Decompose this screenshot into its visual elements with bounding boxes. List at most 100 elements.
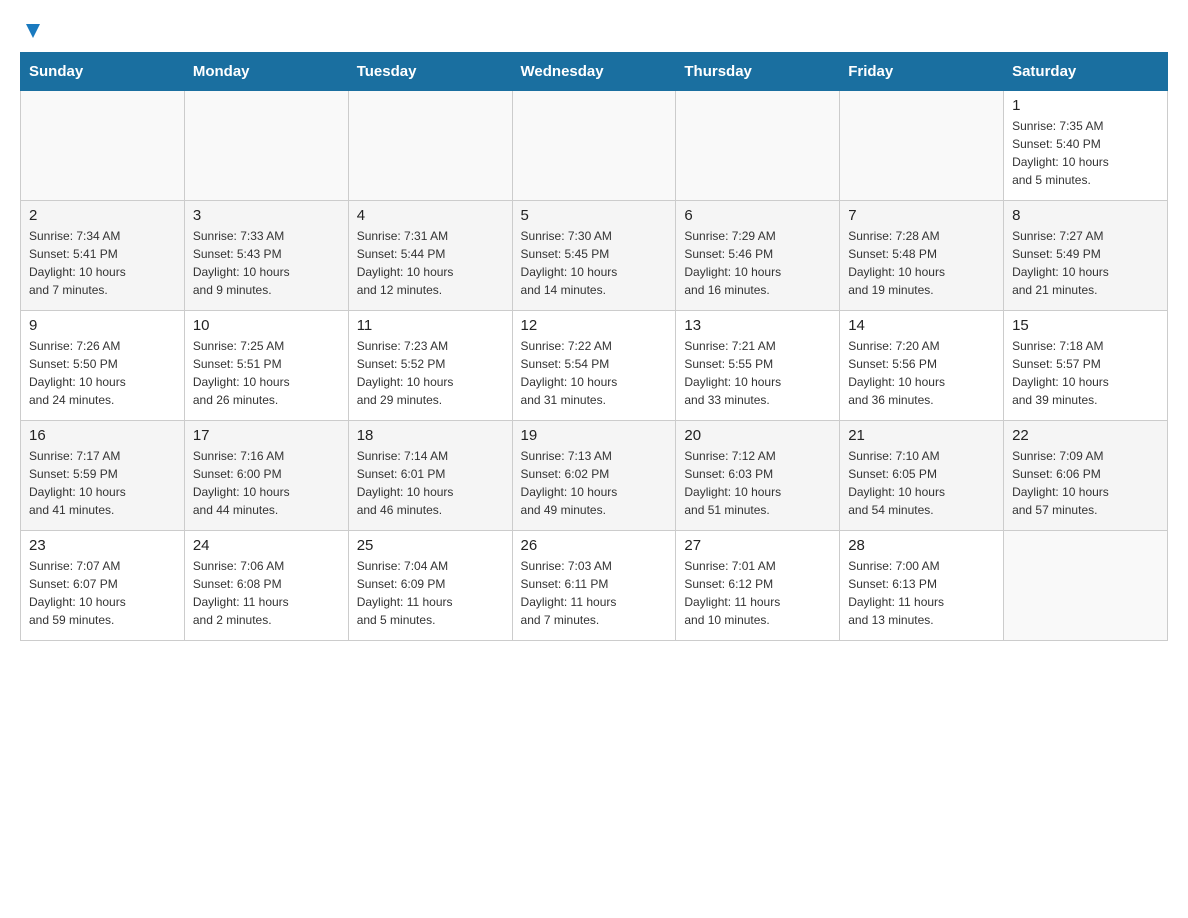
page-header [20,20,1168,42]
calendar-cell: 4 Sunrise: 7:31 AM Sunset: 5:44 PM Daylig… [348,201,512,311]
calendar-cell: 13 Sunrise: 7:21 AM Sunset: 5:55 PM Dayli… [676,311,840,421]
calendar-cell: 28 Sunrise: 7:00 AM Sunset: 6:13 PM Dayli… [840,531,1004,641]
day-info: Sunrise: 7:03 AM Sunset: 6:11 PM Dayligh… [521,557,668,629]
day-info: Sunrise: 7:14 AM Sunset: 6:01 PM Dayligh… [357,447,504,519]
day-info: Sunrise: 7:07 AM Sunset: 6:07 PM Dayligh… [29,557,176,629]
day-header-saturday: Saturday [1004,53,1168,91]
day-header-thursday: Thursday [676,53,840,91]
day-info: Sunrise: 7:01 AM Sunset: 6:12 PM Dayligh… [684,557,831,629]
logo-triangle-icon [22,20,44,42]
calendar-week-row: 23 Sunrise: 7:07 AM Sunset: 6:07 PM Dayli… [21,531,1168,641]
day-number: 17 [193,427,340,444]
day-info: Sunrise: 7:35 AM Sunset: 5:40 PM Dayligh… [1012,117,1159,189]
calendar-cell: 27 Sunrise: 7:01 AM Sunset: 6:12 PM Dayli… [676,531,840,641]
calendar-cell: 7 Sunrise: 7:28 AM Sunset: 5:48 PM Daylig… [840,201,1004,311]
day-number: 25 [357,537,504,554]
calendar-week-row: 1 Sunrise: 7:35 AM Sunset: 5:40 PM Daylig… [21,91,1168,201]
day-info: Sunrise: 7:06 AM Sunset: 6:08 PM Dayligh… [193,557,340,629]
day-number: 24 [193,537,340,554]
calendar-cell: 26 Sunrise: 7:03 AM Sunset: 6:11 PM Dayli… [512,531,676,641]
day-info: Sunrise: 7:00 AM Sunset: 6:13 PM Dayligh… [848,557,995,629]
day-info: Sunrise: 7:18 AM Sunset: 5:57 PM Dayligh… [1012,337,1159,409]
day-info: Sunrise: 7:16 AM Sunset: 6:00 PM Dayligh… [193,447,340,519]
day-info: Sunrise: 7:12 AM Sunset: 6:03 PM Dayligh… [684,447,831,519]
day-number: 18 [357,427,504,444]
day-info: Sunrise: 7:09 AM Sunset: 6:06 PM Dayligh… [1012,447,1159,519]
day-number: 23 [29,537,176,554]
calendar-cell [512,91,676,201]
day-number: 9 [29,317,176,334]
calendar-cell: 23 Sunrise: 7:07 AM Sunset: 6:07 PM Dayli… [21,531,185,641]
calendar-cell: 5 Sunrise: 7:30 AM Sunset: 5:45 PM Daylig… [512,201,676,311]
calendar-cell [21,91,185,201]
calendar-cell: 16 Sunrise: 7:17 AM Sunset: 5:59 PM Dayli… [21,421,185,531]
day-info: Sunrise: 7:33 AM Sunset: 5:43 PM Dayligh… [193,227,340,299]
day-info: Sunrise: 7:25 AM Sunset: 5:51 PM Dayligh… [193,337,340,409]
day-info: Sunrise: 7:17 AM Sunset: 5:59 PM Dayligh… [29,447,176,519]
day-number: 19 [521,427,668,444]
calendar-table: SundayMondayTuesdayWednesdayThursdayFrid… [20,52,1168,641]
day-number: 8 [1012,207,1159,224]
day-number: 21 [848,427,995,444]
day-number: 16 [29,427,176,444]
calendar-cell: 9 Sunrise: 7:26 AM Sunset: 5:50 PM Daylig… [21,311,185,421]
day-info: Sunrise: 7:30 AM Sunset: 5:45 PM Dayligh… [521,227,668,299]
calendar-cell: 20 Sunrise: 7:12 AM Sunset: 6:03 PM Dayli… [676,421,840,531]
day-number: 28 [848,537,995,554]
calendar-cell: 22 Sunrise: 7:09 AM Sunset: 6:06 PM Dayli… [1004,421,1168,531]
day-number: 15 [1012,317,1159,334]
day-number: 20 [684,427,831,444]
calendar-cell [840,91,1004,201]
day-info: Sunrise: 7:20 AM Sunset: 5:56 PM Dayligh… [848,337,995,409]
day-number: 6 [684,207,831,224]
day-number: 27 [684,537,831,554]
day-info: Sunrise: 7:21 AM Sunset: 5:55 PM Dayligh… [684,337,831,409]
calendar-week-row: 9 Sunrise: 7:26 AM Sunset: 5:50 PM Daylig… [21,311,1168,421]
calendar-week-row: 16 Sunrise: 7:17 AM Sunset: 5:59 PM Dayli… [21,421,1168,531]
calendar-cell [348,91,512,201]
day-header-monday: Monday [184,53,348,91]
days-header-row: SundayMondayTuesdayWednesdayThursdayFrid… [21,53,1168,91]
calendar-cell [676,91,840,201]
day-number: 14 [848,317,995,334]
day-info: Sunrise: 7:31 AM Sunset: 5:44 PM Dayligh… [357,227,504,299]
day-header-sunday: Sunday [21,53,185,91]
day-number: 2 [29,207,176,224]
calendar-cell: 12 Sunrise: 7:22 AM Sunset: 5:54 PM Dayli… [512,311,676,421]
day-number: 7 [848,207,995,224]
calendar-cell: 17 Sunrise: 7:16 AM Sunset: 6:00 PM Dayli… [184,421,348,531]
logo [20,20,44,42]
calendar-cell: 24 Sunrise: 7:06 AM Sunset: 6:08 PM Dayli… [184,531,348,641]
calendar-cell: 3 Sunrise: 7:33 AM Sunset: 5:43 PM Daylig… [184,201,348,311]
calendar-cell: 18 Sunrise: 7:14 AM Sunset: 6:01 PM Dayli… [348,421,512,531]
calendar-cell: 1 Sunrise: 7:35 AM Sunset: 5:40 PM Daylig… [1004,91,1168,201]
day-info: Sunrise: 7:27 AM Sunset: 5:49 PM Dayligh… [1012,227,1159,299]
day-header-tuesday: Tuesday [348,53,512,91]
day-info: Sunrise: 7:28 AM Sunset: 5:48 PM Dayligh… [848,227,995,299]
day-info: Sunrise: 7:34 AM Sunset: 5:41 PM Dayligh… [29,227,176,299]
day-info: Sunrise: 7:10 AM Sunset: 6:05 PM Dayligh… [848,447,995,519]
day-info: Sunrise: 7:04 AM Sunset: 6:09 PM Dayligh… [357,557,504,629]
day-info: Sunrise: 7:29 AM Sunset: 5:46 PM Dayligh… [684,227,831,299]
day-number: 10 [193,317,340,334]
calendar-cell: 14 Sunrise: 7:20 AM Sunset: 5:56 PM Dayli… [840,311,1004,421]
calendar-cell: 15 Sunrise: 7:18 AM Sunset: 5:57 PM Dayli… [1004,311,1168,421]
day-number: 12 [521,317,668,334]
day-number: 13 [684,317,831,334]
day-number: 26 [521,537,668,554]
day-info: Sunrise: 7:26 AM Sunset: 5:50 PM Dayligh… [29,337,176,409]
day-info: Sunrise: 7:22 AM Sunset: 5:54 PM Dayligh… [521,337,668,409]
day-number: 22 [1012,427,1159,444]
calendar-cell [1004,531,1168,641]
calendar-cell: 11Sunrise: 7:23 AM Sunset: 5:52 PM Dayli… [348,311,512,421]
calendar-week-row: 2 Sunrise: 7:34 AM Sunset: 5:41 PM Daylig… [21,201,1168,311]
day-number: 1 [1012,97,1159,114]
day-number: 4 [357,207,504,224]
calendar-cell: 10 Sunrise: 7:25 AM Sunset: 5:51 PM Dayli… [184,311,348,421]
calendar-cell: 8 Sunrise: 7:27 AM Sunset: 5:49 PM Daylig… [1004,201,1168,311]
day-info: Sunrise: 7:13 AM Sunset: 6:02 PM Dayligh… [521,447,668,519]
day-header-wednesday: Wednesday [512,53,676,91]
calendar-cell: 19 Sunrise: 7:13 AM Sunset: 6:02 PM Dayli… [512,421,676,531]
day-number: 5 [521,207,668,224]
day-number: 3 [193,207,340,224]
